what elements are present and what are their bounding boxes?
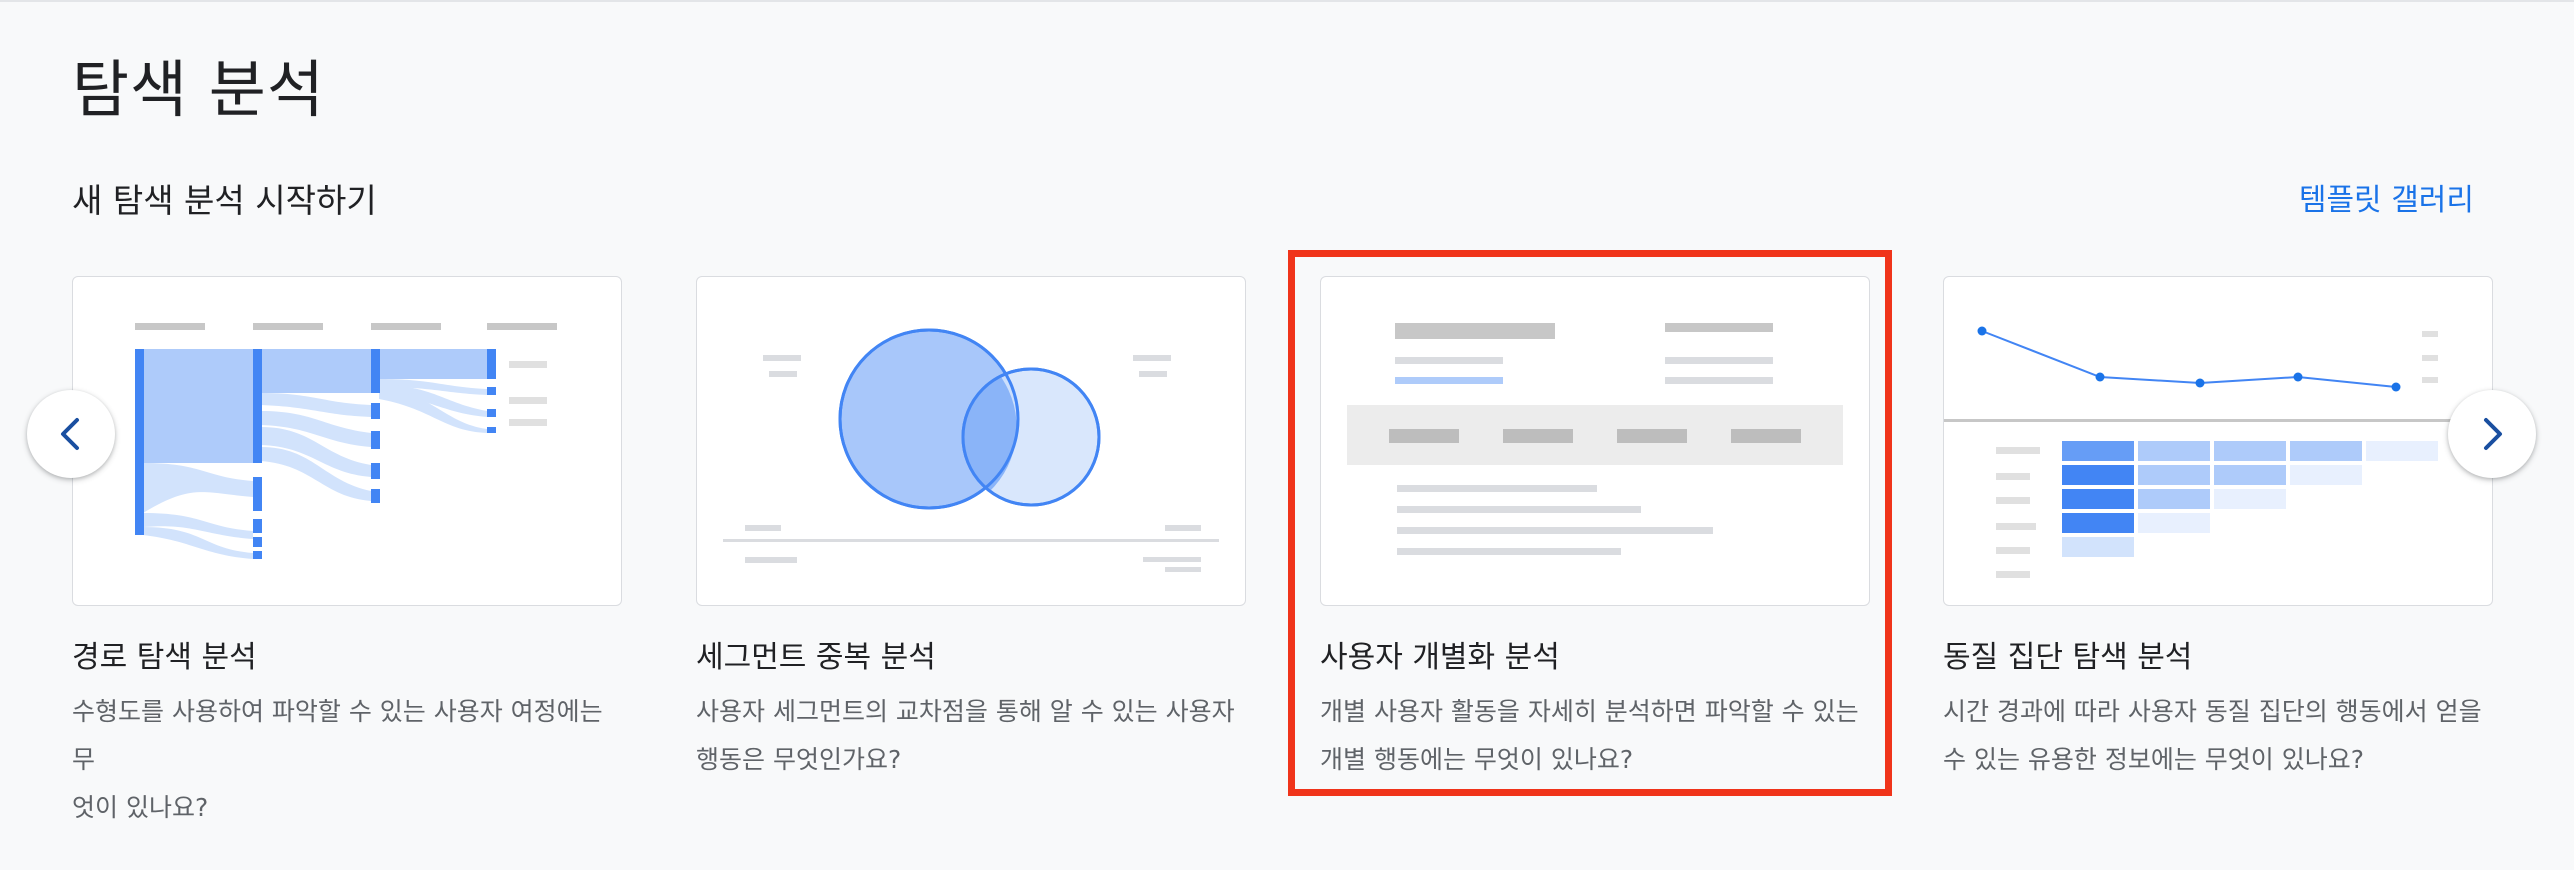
path-exploration-thumbnail (72, 276, 622, 606)
carousel-next-button[interactable] (2448, 390, 2536, 478)
page-title: 탐색 분석 (72, 53, 325, 126)
card-description-line: 수형도를 사용하여 파악할 수 있는 사용자 여정에는 무 (72, 697, 603, 774)
carousel-prev-button[interactable] (27, 390, 115, 478)
segment-overlap-thumbnail (696, 276, 1246, 606)
card-path-exploration[interactable]: 경로 탐색 분석 수형도를 사용하여 파악할 수 있는 사용자 여정에는 무 엇… (72, 276, 622, 832)
card-description-line: 개별 사용자 활동을 자세히 분석하면 파악할 수 있는 (1320, 697, 1859, 726)
card-description: 수형도를 사용하여 파악할 수 있는 사용자 여정에는 무 엇이 있나요? (72, 688, 632, 832)
chevron-right-icon (2484, 418, 2502, 450)
card-description-line: 시간 경과에 따라 사용자 동질 집단의 행동에서 얻을 (1943, 697, 2482, 726)
card-description-line: 사용자 세그먼트의 교차점을 통해 알 수 있는 사용자 (696, 697, 1235, 726)
card-segment-overlap[interactable]: 세그먼트 중복 분석 사용자 세그먼트의 교차점을 통해 알 수 있는 사용자 … (696, 276, 1246, 784)
explorations-page: 탐색 분석 새 탐색 분석 시작하기 템플릿 갤러리 경로 탐색 분석 수형도를… (0, 0, 2574, 870)
top-divider (0, 0, 2574, 2)
section-title: 새 탐색 분석 시작하기 (72, 181, 377, 220)
card-title: 동질 집단 탐색 분석 (1943, 640, 2193, 675)
card-title: 세그먼트 중복 분석 (696, 640, 936, 675)
card-user-explorer[interactable]: 사용자 개별화 분석 개별 사용자 활동을 자세히 분석하면 파악할 수 있는 … (1320, 276, 1870, 784)
tree-diagram-illustration (135, 323, 557, 559)
card-description: 시간 경과에 따라 사용자 동질 집단의 행동에서 얻을 수 있는 유용한 정보… (1943, 688, 2503, 784)
template-gallery-link[interactable]: 템플릿 갤러리 (2299, 178, 2474, 224)
card-description: 사용자 세그먼트의 교차점을 통해 알 수 있는 사용자 행동은 무엇인가요? (696, 688, 1256, 784)
card-cohort-exploration[interactable]: 동질 집단 탐색 분석 시간 경과에 따라 사용자 동질 집단의 행동에서 얻을… (1943, 276, 2493, 784)
card-description-line: 엇이 있나요? (72, 793, 209, 822)
cohort-exploration-thumbnail (1943, 276, 2493, 606)
card-description-line: 개별 행동에는 무엇이 있나요? (1320, 745, 1634, 774)
card-title: 경로 탐색 분석 (72, 640, 257, 675)
cohort-heatmap-illustration (1944, 326, 2492, 578)
card-description-line: 수 있는 유용한 정보에는 무엇이 있나요? (1943, 745, 2365, 774)
user-table-illustration (1347, 323, 1843, 555)
card-title: 사용자 개별화 분석 (1320, 640, 1560, 675)
card-description-line: 행동은 무엇인가요? (696, 745, 902, 774)
user-explorer-thumbnail (1320, 276, 1870, 606)
card-description: 개별 사용자 활동을 자세히 분석하면 파악할 수 있는 개별 행동에는 무엇이… (1320, 688, 1880, 784)
venn-diagram-illustration (723, 328, 1219, 572)
chevron-left-icon (61, 418, 79, 450)
